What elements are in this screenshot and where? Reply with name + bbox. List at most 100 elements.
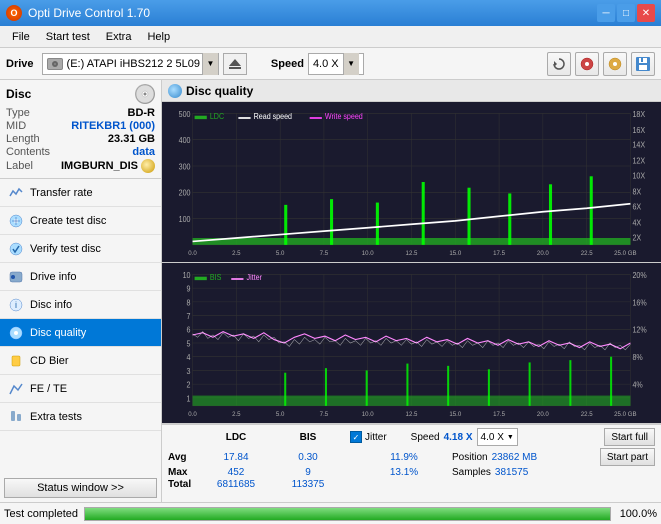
sidebar-item-create-test-disc[interactable]: Create test disc	[0, 207, 161, 235]
mid-value: RITEKBR1 (000)	[71, 120, 155, 132]
disc2-icon-button[interactable]	[603, 52, 627, 76]
svg-text:LDC: LDC	[210, 112, 225, 122]
svg-text:5: 5	[187, 339, 191, 349]
position-value: 23862 MB	[492, 452, 538, 463]
disc-info-icon: i	[8, 297, 24, 313]
sidebar-item-drive-info[interactable]: Drive info	[0, 263, 161, 291]
drive-label: Drive	[6, 58, 34, 70]
drive-selector[interactable]: (E:) ATAPI iHBS212 2 5L09 ▼	[42, 53, 219, 75]
speed-selector[interactable]: 4.0 X ▼	[308, 53, 364, 75]
lower-chart-svg: 10 9 8 7 6 5 4 3 2 1 20% 16% 12% 8% 4%	[162, 263, 661, 423]
minimize-button[interactable]: ─	[597, 4, 615, 22]
svg-text:BIS: BIS	[210, 273, 221, 283]
progress-bar-fill	[85, 508, 610, 520]
svg-text:15.0: 15.0	[449, 250, 461, 257]
disc-icon-button[interactable]	[575, 52, 599, 76]
jitter-label: Jitter	[365, 432, 387, 443]
progress-bar-container	[84, 507, 611, 521]
sidebar-item-fe-te[interactable]: FE / TE	[0, 375, 161, 403]
menu-start-test[interactable]: Start test	[38, 29, 98, 45]
sidebar-item-extra-tests[interactable]: Extra tests	[0, 403, 161, 431]
start-full-button[interactable]: Start full	[604, 428, 655, 446]
mid-label: MID	[6, 120, 26, 132]
menu-help[interactable]: Help	[139, 29, 178, 45]
cd-bier-icon	[8, 353, 24, 369]
disc-info-panel: Disc Type BD-R MID RITEKBR1 (000) Lengt	[0, 80, 161, 179]
disc-info-label: Disc info	[30, 299, 72, 311]
bis-max: 9	[274, 467, 342, 478]
svg-text:7.5: 7.5	[320, 411, 329, 418]
svg-text:6: 6	[187, 325, 191, 335]
toolbar: Drive (E:) ATAPI iHBS212 2 5L09 ▼ Speed …	[0, 48, 661, 80]
disc-label-label: Label	[6, 160, 33, 172]
speed-dropdown-arrow[interactable]: ▼	[343, 53, 359, 75]
svg-text:10.0: 10.0	[362, 250, 374, 257]
main-area: Disc Type BD-R MID RITEKBR1 (000) Lengt	[0, 80, 661, 502]
lower-chart: 10 9 8 7 6 5 4 3 2 1 20% 16% 12% 8% 4%	[162, 263, 661, 424]
speed-label: Speed	[271, 58, 304, 70]
svg-text:22.5: 22.5	[581, 411, 593, 418]
svg-text:200: 200	[179, 188, 191, 198]
cd-bier-label: CD Bier	[30, 355, 69, 367]
svg-text:Jitter: Jitter	[247, 273, 263, 283]
length-label: Length	[6, 133, 40, 145]
svg-text:Read speed: Read speed	[254, 112, 292, 122]
transfer-rate-icon	[8, 185, 24, 201]
content-area: Disc quality	[162, 80, 661, 502]
bis-total: 113375	[274, 479, 342, 490]
contents-label: Contents	[6, 146, 50, 158]
svg-text:10.0: 10.0	[362, 411, 374, 418]
title-bar-controls[interactable]: ─ □ ✕	[597, 4, 655, 22]
svg-text:0.0: 0.0	[188, 411, 197, 418]
avg-label: Avg	[168, 452, 198, 463]
svg-text:12%: 12%	[632, 325, 647, 335]
sidebar-item-transfer-rate[interactable]: Transfer rate	[0, 179, 161, 207]
ldc-avg: 17.84	[202, 452, 270, 463]
eject-button[interactable]	[223, 53, 247, 75]
svg-text:10X: 10X	[632, 171, 645, 181]
svg-text:8%: 8%	[632, 353, 643, 363]
disc-quality-header-icon	[168, 84, 182, 98]
sidebar: Disc Type BD-R MID RITEKBR1 (000) Lengt	[0, 80, 162, 502]
sidebar-item-disc-quality[interactable]: Disc quality	[0, 319, 161, 347]
svg-text:25.0 GB: 25.0 GB	[614, 411, 636, 418]
refresh-button[interactable]	[547, 52, 571, 76]
menu-bar: File Start test Extra Help	[0, 26, 661, 48]
svg-text:22.5: 22.5	[581, 250, 593, 257]
jitter-legend: ✓ Jitter	[350, 431, 387, 443]
speed-stat-dropdown-arrow[interactable]: ▼	[507, 434, 514, 441]
svg-text:18X: 18X	[632, 109, 645, 119]
status-bar: Test completed 100.0%	[0, 502, 661, 524]
jitter-checkbox[interactable]: ✓	[350, 431, 362, 443]
close-button[interactable]: ✕	[637, 4, 655, 22]
maximize-button[interactable]: □	[617, 4, 635, 22]
verify-test-disc-label: Verify test disc	[30, 243, 101, 255]
contents-value: data	[132, 146, 155, 158]
disc-label-icon[interactable]	[141, 159, 155, 173]
sidebar-item-verify-test-disc[interactable]: Verify test disc	[0, 235, 161, 263]
title-text: Opti Drive Control 1.70	[28, 6, 150, 20]
svg-text:15.0: 15.0	[449, 411, 461, 418]
sidebar-item-disc-info[interactable]: i Disc info	[0, 291, 161, 319]
drive-dropdown-arrow[interactable]: ▼	[202, 53, 218, 75]
save-button[interactable]	[631, 52, 655, 76]
progress-text: 100.0%	[617, 508, 657, 520]
upper-chart: 500 400 300 200 100 18X 16X 14X 12X 10X …	[162, 102, 661, 263]
app-icon: O	[6, 5, 22, 21]
status-window-button[interactable]: Status window >>	[4, 478, 157, 498]
position-label: Position	[452, 452, 488, 463]
sidebar-item-cd-bier[interactable]: CD Bier	[0, 347, 161, 375]
svg-text:14X: 14X	[632, 140, 645, 150]
speed-stat-selector[interactable]: 4.0 X ▼	[477, 428, 518, 446]
menu-file[interactable]: File	[4, 29, 38, 45]
svg-text:8: 8	[187, 298, 191, 308]
max-label: Max	[168, 467, 198, 478]
start-part-button[interactable]: Start part	[600, 448, 655, 466]
svg-text:400: 400	[179, 136, 191, 146]
svg-text:16%: 16%	[632, 298, 647, 308]
samples-value: 381575	[495, 467, 528, 478]
disc-label-value: IMGBURN_DIS	[61, 160, 138, 172]
menu-extra[interactable]: Extra	[98, 29, 140, 45]
svg-text:5.0: 5.0	[276, 250, 285, 257]
ldc-total: 6811685	[202, 479, 270, 490]
